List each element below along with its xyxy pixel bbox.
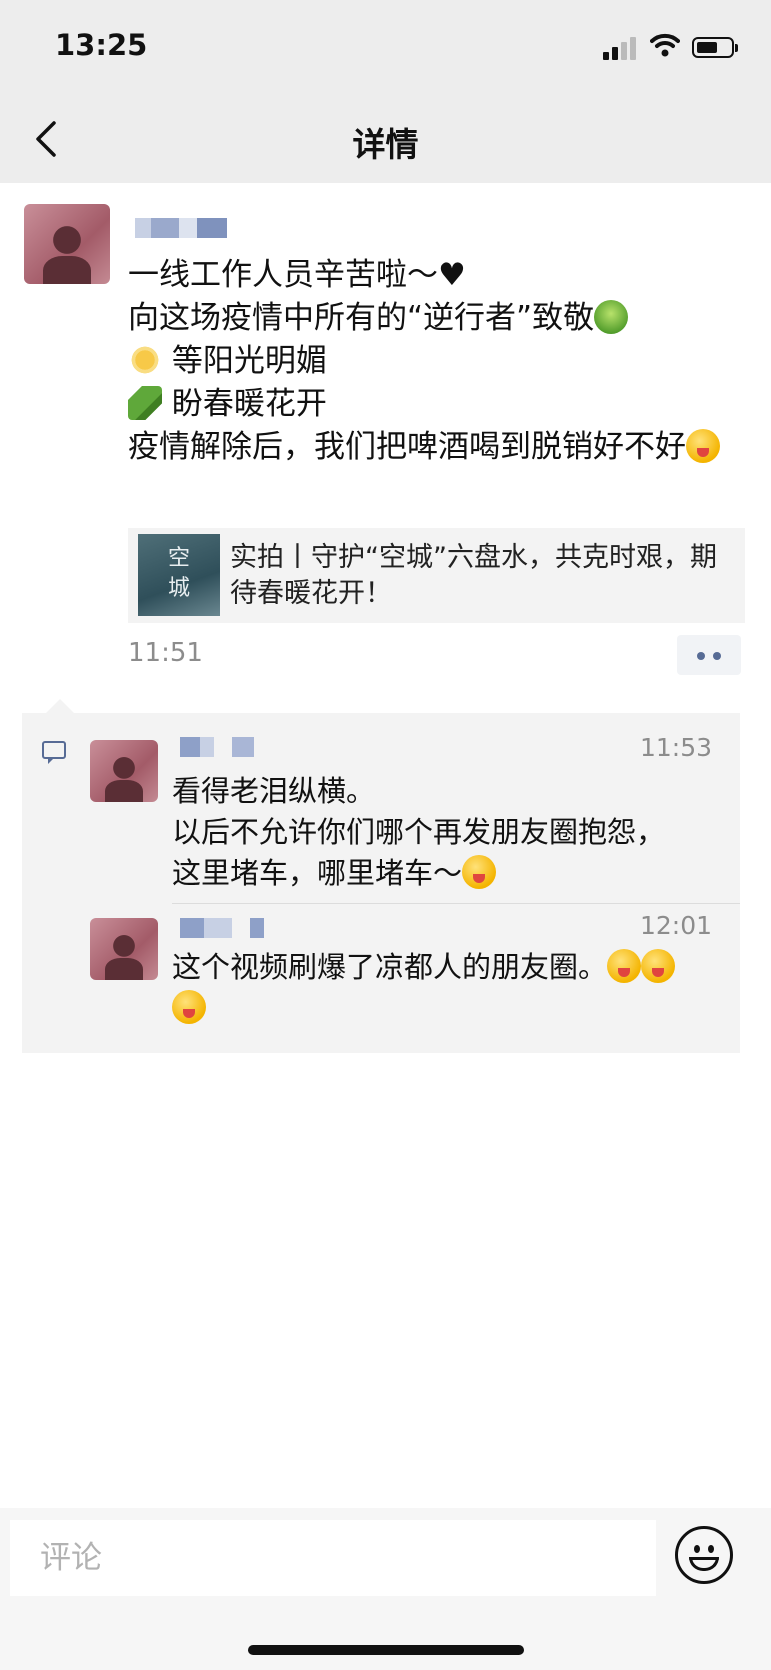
herb-emoji-icon <box>128 386 162 420</box>
battery-icon <box>692 37 738 58</box>
sun-emoji-icon <box>128 343 162 377</box>
link-title: 实拍丨守护“空城”六盘水，共克时艰，期待春暖花开！ <box>230 542 717 609</box>
shushing-emoji-icon <box>172 990 206 1024</box>
shushing-emoji-icon <box>607 949 642 983</box>
nav-bar: 详情 <box>0 95 771 183</box>
comment-divider <box>172 903 740 904</box>
status-time: 13:25 <box>55 28 148 62</box>
status-bar: 13:25 <box>0 0 771 95</box>
commenter-name-blurred[interactable] <box>180 918 270 938</box>
home-indicator[interactable] <box>248 1645 524 1655</box>
link-thumbnail: 空城 <box>138 534 220 616</box>
post-content: 一线工作人员辛苦啦～♥ 向这场疫情中所有的“逆行者”致敬 等阳光明媚 盼春暖花开… <box>128 254 748 469</box>
post-author-avatar[interactable] <box>24 204 110 284</box>
commenter-name-blurred[interactable] <box>180 737 270 757</box>
comment-input[interactable] <box>10 1520 656 1596</box>
comment-icon <box>42 741 66 764</box>
comment-line: 这个视频刷爆了凉都人的朋友圈。 <box>172 947 712 988</box>
post-author-name-blurred[interactable] <box>135 218 235 238</box>
comments-section: 11:53 看得老泪纵横。 以后不允许你们哪个再发朋友圈抱怨， 这里堵车，哪里堵… <box>22 699 740 1053</box>
shushing-emoji-icon <box>641 949 676 983</box>
star-struck-emoji-icon <box>686 429 720 463</box>
shared-link-card[interactable]: 空城 实拍丨守护“空城”六盘水，共克时艰，期待春暖花开！ <box>128 528 745 623</box>
comment-timestamp: 12:01 <box>639 911 712 940</box>
commenter-avatar[interactable] <box>90 740 158 802</box>
comment-input-bar <box>0 1508 771 1670</box>
face-emoji-icon <box>462 855 497 889</box>
post-line-5: 疫情解除后，我们把啤酒喝到脱销好不好 <box>128 429 686 465</box>
post-line-1: 一线工作人员辛苦啦～ <box>128 257 438 293</box>
like-comment-menu-button[interactable] <box>677 635 741 675</box>
heart-icon: ♥ <box>438 257 466 293</box>
post-line-4: 盼春暖花开 <box>171 386 327 422</box>
comment-timestamp: 11:53 <box>639 733 712 762</box>
post-line-2: 向这场疫情中所有的“逆行者”致敬 <box>128 300 595 336</box>
frog-emoji-icon <box>594 300 629 334</box>
comment-line: 以后不允许你们哪个再发朋友圈抱怨， <box>172 815 666 849</box>
page-title: 详情 <box>352 125 419 164</box>
post-line-3: 等阳光明媚 <box>171 343 327 379</box>
comment-text[interactable]: 这个视频刷爆了凉都人的朋友圈。 <box>172 947 712 1029</box>
comment-text[interactable]: 看得老泪纵横。 以后不允许你们哪个再发朋友圈抱怨， 这里堵车，哪里堵车～ <box>172 771 712 894</box>
emoji-picker-button[interactable] <box>675 1526 733 1584</box>
commenter-avatar[interactable] <box>90 918 158 980</box>
comment-line <box>172 988 712 1029</box>
wifi-icon <box>650 33 680 57</box>
comment-line: 看得老泪纵横。 <box>172 774 376 808</box>
comment-line: 这里堵车，哪里堵车～ <box>172 853 712 894</box>
link-thumb-text: 空城 <box>167 546 190 601</box>
cellular-signal-icon <box>603 36 639 60</box>
post-timestamp: 11:51 <box>128 638 203 668</box>
